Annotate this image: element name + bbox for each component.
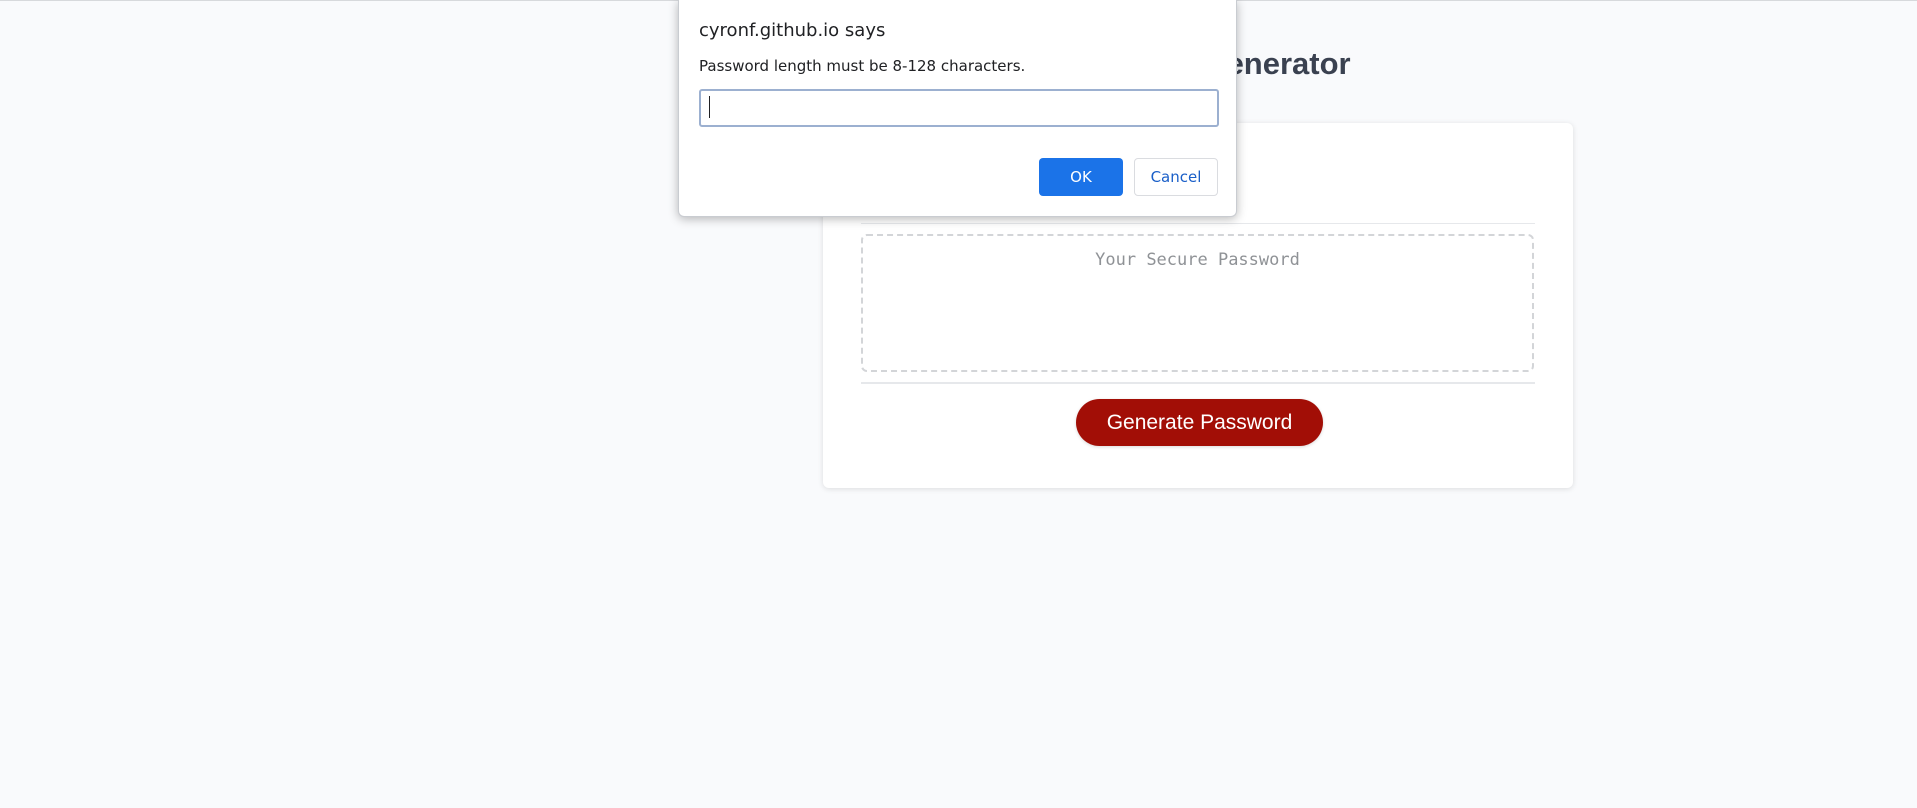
password-output[interactable] xyxy=(861,234,1534,372)
generate-password-button[interactable]: Generate Password xyxy=(1076,399,1323,446)
cancel-button[interactable]: Cancel xyxy=(1134,158,1218,196)
dialog-input[interactable] xyxy=(699,89,1219,127)
dialog-origin: cyronf.github.io says xyxy=(699,20,886,41)
ok-button[interactable]: OK xyxy=(1039,158,1123,196)
dialog-message: Password length must be 8-128 characters… xyxy=(699,57,1026,75)
card-divider-top xyxy=(861,223,1535,224)
card-divider-bottom xyxy=(861,382,1535,384)
prompt-dialog: cyronf.github.io says Password length mu… xyxy=(678,0,1237,217)
text-caret xyxy=(709,96,710,118)
